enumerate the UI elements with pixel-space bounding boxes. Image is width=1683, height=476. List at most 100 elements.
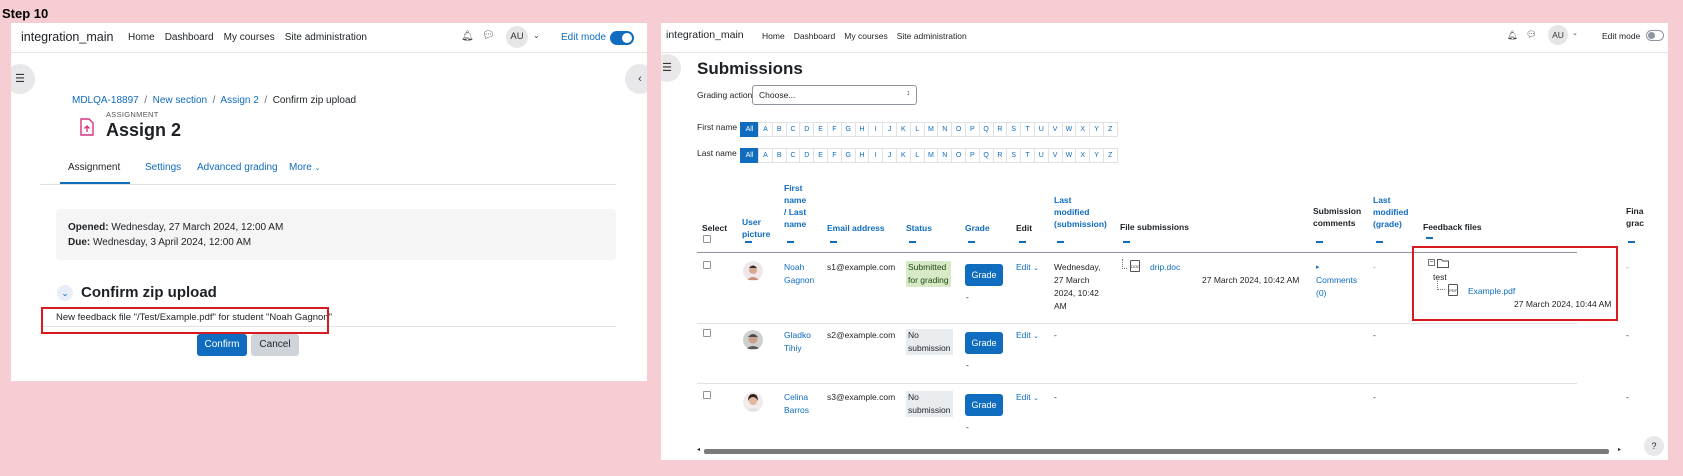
nav-my-courses[interactable]: My courses xyxy=(224,32,275,43)
collapse-column-icon[interactable] xyxy=(1628,241,1635,243)
first-name-initial-r[interactable]: R xyxy=(992,122,1008,137)
breadcrumb-section[interactable]: New section xyxy=(153,95,207,106)
last-name-initial-p[interactable]: P xyxy=(964,148,980,163)
name-header[interactable]: First name / Last name xyxy=(784,182,806,230)
first-name-initial-y[interactable]: Y xyxy=(1089,122,1104,137)
comments-toggle[interactable]: ▸ Comments (0) xyxy=(1316,261,1357,300)
collapse-column-icon[interactable] xyxy=(830,241,837,243)
last-name-initial-e[interactable]: E xyxy=(813,148,828,163)
bell-icon[interactable]: 🔔︎ xyxy=(461,31,474,42)
last-name-initial-f[interactable]: F xyxy=(826,148,842,163)
first-name-initial-v[interactable]: V xyxy=(1047,122,1063,137)
user-avatar[interactable]: AU xyxy=(506,26,528,48)
grade-header[interactable]: Grade xyxy=(965,222,990,234)
collapse-column-icon[interactable] xyxy=(745,241,752,243)
first-name-initial-all[interactable]: All xyxy=(740,122,759,137)
tab-settings[interactable]: Settings xyxy=(145,162,181,173)
last-name-initial-a[interactable]: A xyxy=(758,148,773,163)
scroll-right-icon[interactable]: ▸ xyxy=(1618,446,1621,453)
edit-menu[interactable]: Edit ⌄ xyxy=(1016,261,1039,275)
last-name-initial-o[interactable]: O xyxy=(951,148,966,163)
tab-more[interactable]: More ⌄ xyxy=(289,162,320,173)
first-name-initial-z[interactable]: Z xyxy=(1102,122,1118,137)
last-name-initial-c[interactable]: C xyxy=(785,148,801,163)
first-name-initial-p[interactable]: P xyxy=(964,122,980,137)
first-name-initial-n[interactable]: N xyxy=(937,122,953,137)
course-index-toggle[interactable]: ☰ xyxy=(661,54,681,82)
edit-mode-toggle[interactable] xyxy=(610,31,634,45)
scrollbar-thumb[interactable] xyxy=(704,449,1609,454)
nav-home[interactable]: Home xyxy=(762,31,785,41)
first-name-initial-w[interactable]: W xyxy=(1061,122,1077,137)
submission-file-link[interactable]: drip.doc xyxy=(1150,261,1180,274)
last-name-initial-k[interactable]: K xyxy=(895,148,911,163)
last-name-initial-l[interactable]: L xyxy=(909,148,925,163)
nav-home[interactable]: Home xyxy=(128,32,155,43)
edit-menu[interactable]: Edit ⌄ xyxy=(1016,391,1039,405)
first-name-initial-l[interactable]: L xyxy=(909,122,925,137)
grade-button[interactable]: Grade xyxy=(965,332,1003,354)
last-name-initial-b[interactable]: B xyxy=(771,148,787,163)
message-icon[interactable]: 💬︎ xyxy=(1526,29,1537,40)
user-avatar-picture[interactable] xyxy=(743,261,763,281)
last-name-initial-z[interactable]: Z xyxy=(1102,148,1118,163)
user-picture-header[interactable]: User picture xyxy=(742,216,770,240)
last-name-initial-w[interactable]: W xyxy=(1061,148,1077,163)
block-drawer-toggle[interactable]: ‹ xyxy=(625,64,647,94)
last-modified-submission-header[interactable]: Last modified (submission) xyxy=(1054,194,1107,230)
last-name-initial-h[interactable]: H xyxy=(854,148,870,163)
first-name-initial-o[interactable]: O xyxy=(951,122,966,137)
collapse-column-icon[interactable] xyxy=(1123,241,1130,243)
last-name-initial-v[interactable]: V xyxy=(1047,148,1063,163)
last-name-initial-m[interactable]: M xyxy=(923,148,939,163)
last-name-initial-n[interactable]: N xyxy=(937,148,953,163)
student-name-link[interactable]: Celina Barros xyxy=(784,391,809,417)
collapse-column-icon[interactable] xyxy=(1057,241,1064,243)
last-name-initial-u[interactable]: U xyxy=(1033,148,1049,163)
nav-site-administration[interactable]: Site administration xyxy=(897,31,967,41)
user-avatar-picture[interactable] xyxy=(743,330,763,350)
collapse-column-icon[interactable] xyxy=(968,241,975,243)
nav-my-courses[interactable]: My courses xyxy=(844,31,887,41)
email-header[interactable]: Email address xyxy=(827,222,885,234)
grade-button[interactable]: Grade xyxy=(965,394,1003,416)
edit-menu[interactable]: Edit ⌄ xyxy=(1016,329,1039,343)
first-name-initial-g[interactable]: G xyxy=(840,122,856,137)
first-name-initial-k[interactable]: K xyxy=(895,122,911,137)
cancel-button[interactable]: Cancel xyxy=(251,334,299,356)
nav-dashboard[interactable]: Dashboard xyxy=(794,31,836,41)
bell-icon[interactable]: 🔔︎ xyxy=(1507,30,1518,41)
first-name-initial-h[interactable]: H xyxy=(854,122,870,137)
last-name-initial-y[interactable]: Y xyxy=(1089,148,1104,163)
scroll-left-icon[interactable]: ◂ xyxy=(697,446,700,453)
grading-action-select[interactable]: Choose... ↕ xyxy=(752,85,917,105)
first-name-initial-b[interactable]: B xyxy=(771,122,787,137)
nav-dashboard[interactable]: Dashboard xyxy=(165,32,214,43)
row-select-checkbox[interactable] xyxy=(703,329,711,337)
last-name-initial-i[interactable]: I xyxy=(868,148,884,163)
collapse-column-icon[interactable] xyxy=(1376,241,1383,243)
tab-assignment[interactable]: Assignment xyxy=(68,162,120,173)
first-name-initial-q[interactable]: Q xyxy=(978,122,994,137)
first-name-initial-d[interactable]: D xyxy=(799,122,815,137)
collapse-section-button[interactable]: ⌄ xyxy=(57,285,73,301)
user-avatar-picture[interactable] xyxy=(743,392,763,412)
collapse-column-icon[interactable] xyxy=(909,241,916,243)
last-name-initial-q[interactable]: Q xyxy=(978,148,994,163)
chevron-down-icon[interactable]: ⌄ xyxy=(1572,29,1578,37)
row-select-checkbox[interactable] xyxy=(703,261,711,269)
first-name-initial-t[interactable]: T xyxy=(1020,122,1035,137)
collapse-column-icon[interactable] xyxy=(1426,237,1433,239)
last-name-initial-all[interactable]: All xyxy=(740,148,759,163)
site-brand[interactable]: integration_main xyxy=(666,29,744,41)
collapse-column-icon[interactable] xyxy=(787,241,794,243)
breadcrumb-assign[interactable]: Assign 2 xyxy=(220,95,258,106)
nav-site-administration[interactable]: Site administration xyxy=(285,32,367,43)
first-name-initial-m[interactable]: M xyxy=(923,122,939,137)
first-name-initial-a[interactable]: A xyxy=(758,122,773,137)
last-name-initial-t[interactable]: T xyxy=(1020,148,1035,163)
first-name-initial-i[interactable]: I xyxy=(868,122,884,137)
help-button[interactable]: ? xyxy=(1644,436,1664,456)
chevron-down-icon[interactable]: ⌄ xyxy=(533,31,540,40)
row-select-checkbox[interactable] xyxy=(703,391,711,399)
